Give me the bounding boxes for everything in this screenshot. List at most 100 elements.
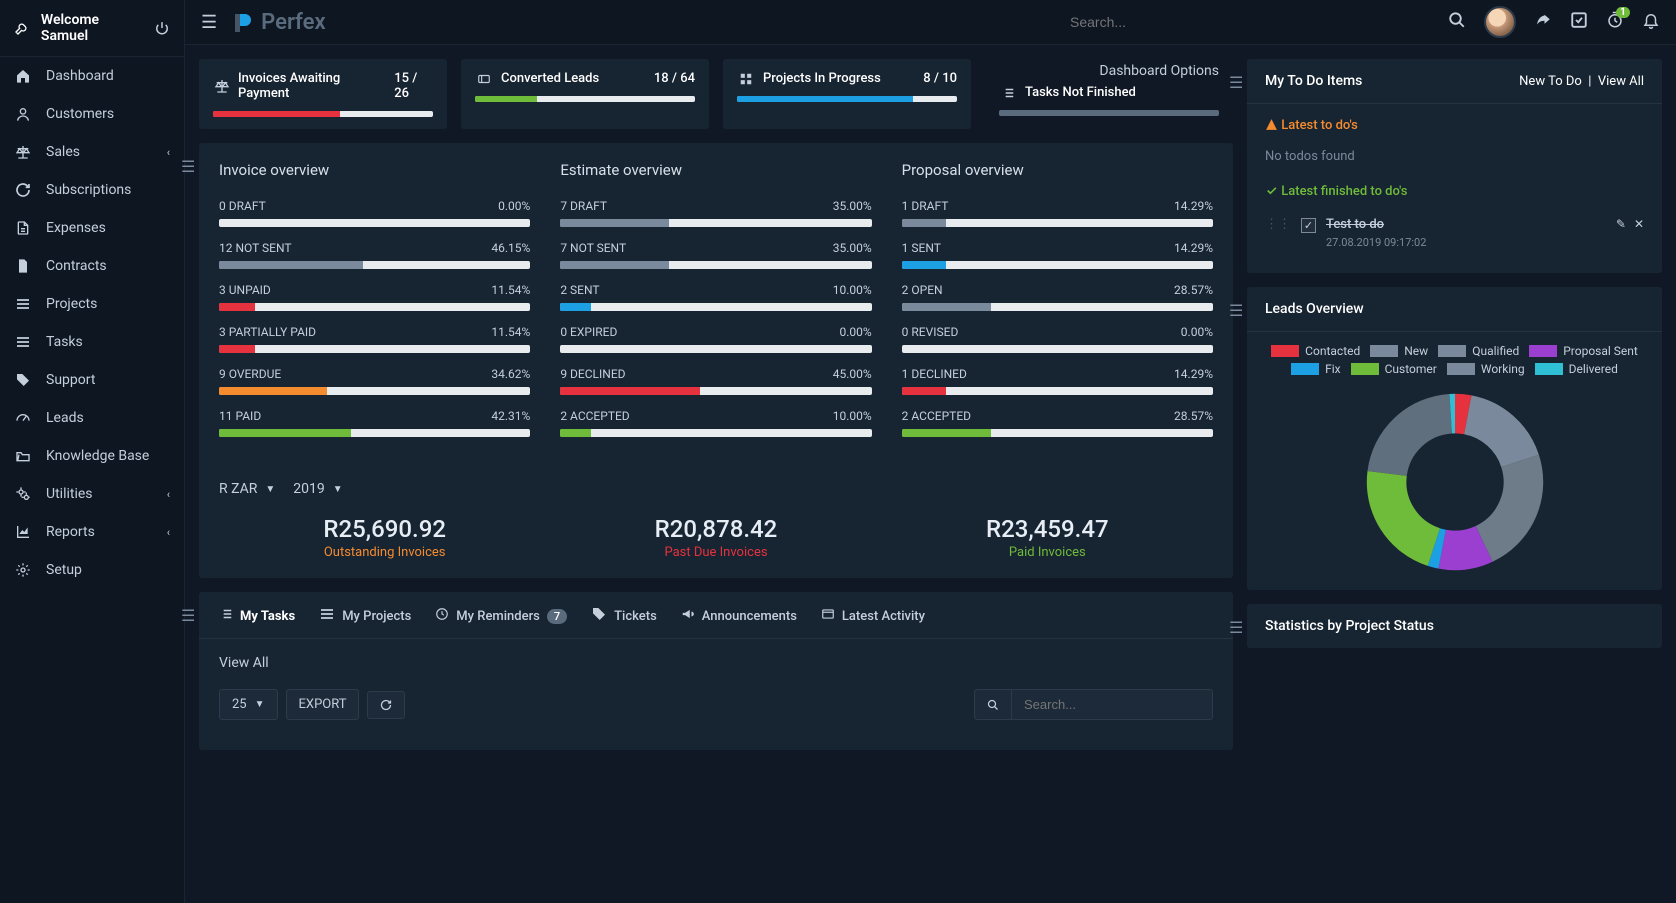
clock-icon: [435, 607, 449, 625]
sidebar-item-setup[interactable]: Setup: [0, 551, 184, 589]
overview-label: 11 PAID: [219, 409, 261, 423]
drag-handle-icon[interactable]: ☰: [1229, 618, 1243, 637]
tasks-panel: ☰ My Tasks My Projects My Reminders 7 Ti…: [199, 592, 1233, 750]
search-button[interactable]: [974, 689, 1012, 720]
year-select[interactable]: 2019▼: [293, 481, 342, 497]
folder-icon: [14, 448, 32, 464]
new-todo-link[interactable]: New To Do: [1519, 74, 1582, 89]
legend-item[interactable]: Fix: [1291, 362, 1341, 376]
sidebar-item-contracts[interactable]: Contracts: [0, 247, 184, 285]
legend-item[interactable]: Customer: [1351, 362, 1437, 376]
legend-item[interactable]: Delivered: [1535, 362, 1618, 376]
overview-title: Proposal overview: [902, 161, 1213, 179]
donut-slice[interactable]: [1455, 414, 1468, 415]
refresh-button[interactable]: [367, 691, 405, 719]
sidebar-item-utilities[interactable]: Utilities ‹: [0, 475, 184, 513]
chevron-left-icon: ‹: [167, 526, 170, 539]
refresh-icon: [14, 182, 32, 198]
export-button[interactable]: EXPORT: [286, 689, 360, 720]
tab-my-tasks[interactable]: My Tasks: [219, 606, 295, 638]
legend-item[interactable]: Contacted: [1271, 344, 1360, 358]
sidebar-item-subscriptions[interactable]: Subscriptions: [0, 171, 184, 209]
power-icon[interactable]: [153, 21, 170, 35]
file-icon: [14, 220, 32, 236]
sidebar-item-leads[interactable]: Leads: [0, 399, 184, 437]
todo-date: 27.08.2019 09:17:02: [1326, 236, 1606, 249]
sidebar-item-support[interactable]: Support: [0, 361, 184, 399]
chart-icon: [14, 524, 32, 540]
donut-slice[interactable]: [1467, 415, 1519, 461]
todo-checkbox[interactable]: ✓: [1301, 218, 1316, 233]
legend-swatch: [1447, 363, 1475, 375]
tab-tickets[interactable]: Tickets: [591, 606, 657, 638]
drag-handle-icon[interactable]: ☰: [181, 157, 195, 176]
sidebar-item-tasks[interactable]: Tasks: [0, 323, 184, 361]
progress-bar: [560, 303, 871, 311]
sidebar-item-label: Expenses: [46, 220, 106, 236]
timer-icon[interactable]: 1: [1606, 11, 1624, 34]
search-input[interactable]: [1070, 14, 1420, 30]
edit-icon[interactable]: ✎: [1616, 217, 1626, 231]
donut-slice[interactable]: [1386, 473, 1433, 547]
tab-announcements[interactable]: Announcements: [681, 606, 797, 638]
todo-title: My To Do Items: [1265, 73, 1362, 89]
avatar[interactable]: [1484, 6, 1516, 38]
check-icon[interactable]: [1570, 11, 1588, 34]
overview-label: 7 DRAFT: [560, 199, 607, 213]
legend-swatch: [1351, 363, 1379, 375]
share-icon[interactable]: [1534, 11, 1552, 34]
sidebar-item-customers[interactable]: Customers: [0, 95, 184, 133]
drag-handle-icon[interactable]: ⋮⋮: [1265, 217, 1291, 232]
currency-select[interactable]: R ZAR▼: [219, 481, 275, 497]
bell-icon[interactable]: [1642, 11, 1660, 34]
overview-percent: 0.00%: [1181, 325, 1213, 339]
donut-slice[interactable]: [1387, 414, 1451, 474]
legend-item[interactable]: Working: [1447, 362, 1525, 376]
drag-handle-icon[interactable]: ☰: [181, 606, 195, 625]
menu-toggle-icon[interactable]: ☰: [201, 12, 217, 33]
tasks-search-input[interactable]: [1012, 689, 1213, 720]
progress-bar: [902, 429, 1213, 437]
legend-item[interactable]: Proposal Sent: [1529, 344, 1638, 358]
page-size-select[interactable]: 25▼: [219, 689, 278, 720]
stat-value: 8 / 10: [923, 71, 957, 86]
delete-icon[interactable]: ✕: [1634, 217, 1644, 231]
dashboard-options-link[interactable]: Dashboard Options: [999, 63, 1219, 79]
progress-bar: [560, 219, 871, 227]
tasks-viewall-link[interactable]: View All: [219, 655, 269, 671]
tag-icon: [14, 372, 32, 388]
brand-logo: Perfex: [231, 10, 325, 35]
sidebar-item-expenses[interactable]: Expenses: [0, 209, 184, 247]
tab-my-reminders[interactable]: My Reminders 7: [435, 606, 567, 638]
progress-bar: [219, 345, 530, 353]
sidebar-item-label: Sales: [46, 144, 80, 160]
donut-slice[interactable]: [1442, 544, 1484, 551]
progress-bar: [902, 303, 1213, 311]
progress-bar: [902, 345, 1213, 353]
viewall-todo-link[interactable]: View All: [1598, 74, 1644, 89]
donut-slice[interactable]: [1484, 461, 1523, 544]
progress-bar: [902, 387, 1213, 395]
drag-handle-icon[interactable]: ☰: [1229, 73, 1243, 92]
sidebar-item-sales[interactable]: Sales ‹: [0, 133, 184, 171]
sidebar-item-projects[interactable]: Projects: [0, 285, 184, 323]
sidebar-item-label: Dashboard: [46, 68, 114, 84]
drag-handle-icon[interactable]: ☰: [1229, 301, 1243, 320]
overview-title: Estimate overview: [560, 161, 871, 179]
tab-my-projects[interactable]: My Projects: [319, 606, 411, 638]
sidebar-item-label: Knowledge Base: [46, 448, 149, 464]
sidebar-item-dashboard[interactable]: Dashboard: [0, 57, 184, 95]
sidebar-item-knowledge-base[interactable]: Knowledge Base: [0, 437, 184, 475]
sidebar-item-reports[interactable]: Reports ‹: [0, 513, 184, 551]
global-search[interactable]: [1070, 14, 1420, 31]
legend-item[interactable]: New: [1370, 344, 1428, 358]
donut-slice[interactable]: [1433, 547, 1441, 549]
tab-latest-activity[interactable]: Latest Activity: [821, 606, 925, 638]
gauge-icon: [14, 410, 32, 426]
legend-item[interactable]: Qualified: [1438, 344, 1519, 358]
legend-swatch: [1529, 345, 1557, 357]
sidebar-item-label: Customers: [46, 106, 114, 122]
topbar-actions: 1: [1448, 6, 1660, 38]
search-icon[interactable]: [1448, 11, 1466, 34]
stat-label: Tasks Not Finished: [1025, 85, 1136, 100]
